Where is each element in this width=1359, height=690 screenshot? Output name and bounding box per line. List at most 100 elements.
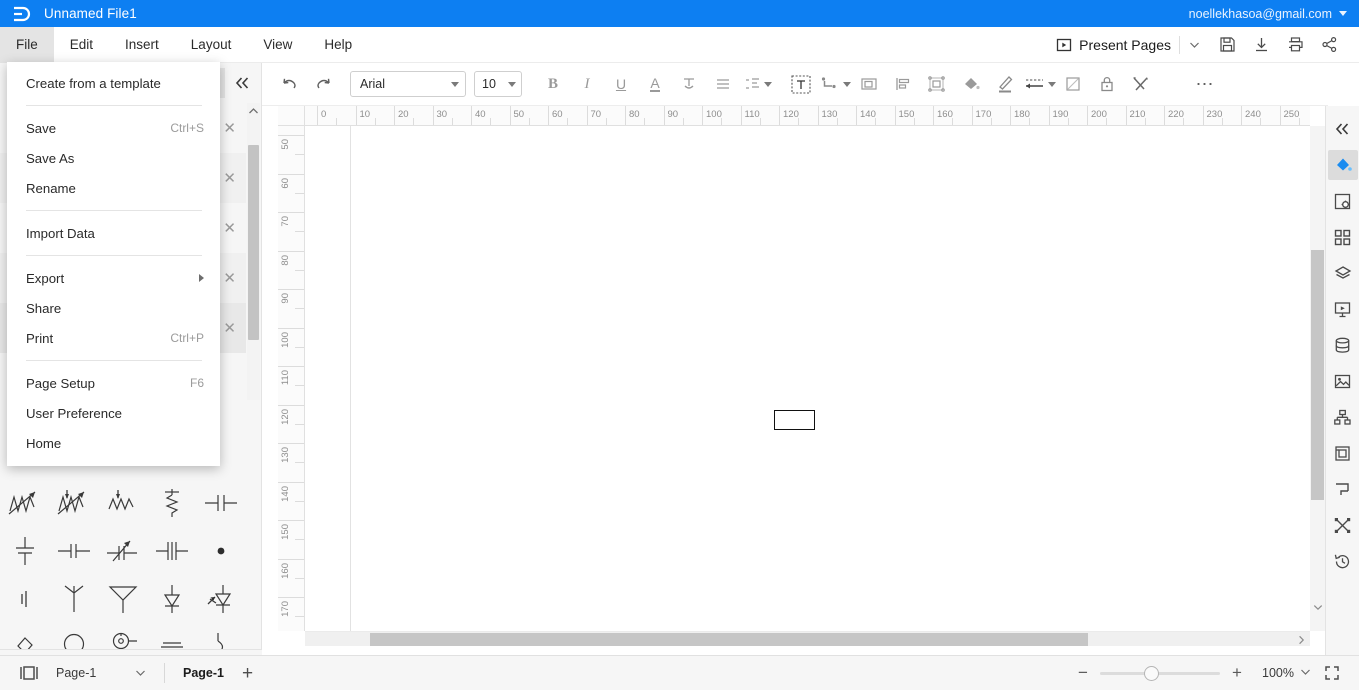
menu-item-export[interactable]: Export (7, 263, 220, 293)
chevron-right-icon[interactable] (1292, 632, 1310, 647)
fit-screen-button[interactable] (1319, 660, 1345, 686)
file-dropdown-menu[interactable]: Create from a template Save Ctrl+S Save As R… (7, 62, 220, 466)
symbol-terminal[interactable] (0, 575, 49, 623)
page-layout-button[interactable] (14, 658, 44, 688)
menu-layout[interactable]: Layout (175, 27, 248, 63)
menu-item-save[interactable]: Save Ctrl+S (7, 113, 220, 143)
horizontal-scroll-thumb[interactable] (370, 633, 1088, 646)
close-icon[interactable]: ✕ (223, 319, 236, 337)
fill-color-button[interactable] (954, 67, 988, 101)
symbol-node-dot[interactable] (197, 527, 246, 575)
rail-connector-route-button[interactable] (1328, 474, 1358, 504)
canvas-shape-rectangle[interactable] (774, 410, 815, 430)
symbol-capacitor-polarized[interactable] (0, 527, 49, 575)
share-button[interactable] (1313, 30, 1345, 60)
page-sheet[interactable] (350, 126, 1310, 631)
present-pages-button[interactable]: Present Pages (1052, 30, 1177, 60)
symbol-diode-vertical[interactable] (148, 575, 197, 623)
zoom-slider[interactable] (1100, 665, 1221, 681)
rail-container-button[interactable] (1328, 438, 1358, 468)
redo-button[interactable] (306, 67, 340, 101)
symbol-resistor-arrow[interactable] (98, 479, 147, 527)
page-select-dropdown[interactable]: Page-1 (44, 666, 154, 680)
close-icon[interactable]: ✕ (223, 219, 236, 237)
menu-item-save-as[interactable]: Save As (7, 143, 220, 173)
rail-symbols-button[interactable] (1328, 222, 1358, 252)
lock-button[interactable] (1090, 67, 1124, 101)
line-color-button[interactable] (988, 67, 1022, 101)
chevron-down-icon[interactable] (1310, 599, 1325, 615)
more-options-button[interactable]: ⋯ (1188, 67, 1222, 101)
rail-database-button[interactable] (1328, 330, 1358, 360)
underline-button[interactable]: U (604, 67, 638, 101)
library-scrollbar[interactable] (247, 103, 260, 400)
symbol-variable-capacitor[interactable] (98, 527, 147, 575)
align-objects-button[interactable] (886, 67, 920, 101)
close-icon[interactable]: ✕ (223, 269, 236, 287)
rail-layers-button[interactable] (1328, 258, 1358, 288)
symbol-variable-resistor-arrow[interactable] (0, 479, 49, 527)
close-icon[interactable]: ✕ (223, 169, 236, 187)
symbol-antenna-triangle[interactable] (98, 575, 147, 623)
bold-button[interactable]: B (536, 67, 570, 101)
symbol-diode-photo[interactable] (197, 575, 246, 623)
print-button[interactable] (1279, 30, 1311, 60)
menu-view[interactable]: View (247, 27, 308, 63)
italic-button[interactable]: I (570, 67, 604, 101)
rail-page-settings-button[interactable] (1328, 186, 1358, 216)
page-tab-page-1[interactable]: Page-1 (175, 666, 232, 680)
rail-image-button[interactable] (1328, 366, 1358, 396)
highlight-button[interactable] (672, 67, 706, 101)
symbol-variable-resistor-tap[interactable] (49, 479, 98, 527)
align-button[interactable] (706, 67, 740, 101)
menu-item-print[interactable]: Print Ctrl+P (7, 323, 220, 353)
menu-help[interactable]: Help (308, 27, 368, 63)
symbol-capacitor[interactable] (197, 479, 246, 527)
library-scroll-thumb[interactable] (248, 145, 259, 340)
connector-button[interactable] (818, 67, 852, 101)
menu-item-user-preference[interactable]: User Preference (7, 398, 220, 428)
present-pages-caret[interactable] (1179, 35, 1209, 54)
font-size-select[interactable]: 10 (474, 71, 522, 97)
zoom-in-button[interactable]: + (1224, 660, 1250, 686)
line-style-button[interactable] (1022, 67, 1056, 101)
library-collapse-button[interactable] (227, 68, 257, 98)
zoom-dropdown-button[interactable] (1298, 668, 1319, 679)
symbol-antenna-dipole[interactable] (49, 575, 98, 623)
canvas-vertical-scrollbar[interactable] (1310, 126, 1325, 631)
rail-fill-button[interactable] (1327, 150, 1358, 180)
menu-edit[interactable]: Edit (54, 27, 109, 63)
symbol-capacitor-double[interactable] (148, 527, 197, 575)
tools-button[interactable] (1124, 67, 1158, 101)
rail-scatter-button[interactable] (1328, 510, 1358, 540)
zoom-slider-knob[interactable] (1144, 665, 1160, 681)
bring-forward-button[interactable] (852, 67, 886, 101)
menu-item-share[interactable]: Share (7, 293, 220, 323)
symbol-capacitor-plain[interactable] (49, 527, 98, 575)
chevron-up-icon[interactable] (247, 103, 260, 119)
menu-file[interactable]: File (0, 26, 54, 63)
text-box-button[interactable] (784, 67, 818, 101)
menu-item-import-data[interactable]: Import Data (7, 218, 220, 248)
close-icon[interactable]: ✕ (223, 119, 236, 137)
vertical-scroll-thumb[interactable] (1311, 250, 1324, 500)
account-menu[interactable]: noellekhasoa@gmail.com (1189, 7, 1359, 21)
shadow-button[interactable] (1056, 67, 1090, 101)
add-page-button[interactable]: + (232, 664, 263, 683)
rail-history-button[interactable] (1328, 546, 1358, 576)
font-color-button[interactable]: A (638, 67, 672, 101)
save-button[interactable] (1211, 30, 1243, 60)
canvas-horizontal-scrollbar[interactable] (305, 631, 1310, 646)
menu-item-create-from-a-template[interactable]: Create from a template (7, 68, 220, 98)
zoom-out-button[interactable]: − (1070, 660, 1096, 686)
undo-button[interactable] (272, 67, 306, 101)
font-family-select[interactable]: Arial (350, 71, 466, 97)
rail-collapse-button[interactable] (1328, 114, 1358, 144)
rail-presentation-button[interactable] (1328, 294, 1358, 324)
menu-item-page-setup[interactable]: Page Setup F6 (7, 368, 220, 398)
rail-org-chart-button[interactable] (1328, 402, 1358, 432)
download-button[interactable] (1245, 30, 1277, 60)
group-button[interactable] (920, 67, 954, 101)
symbol-resistor-vertical[interactable] (148, 479, 197, 527)
menu-item-home[interactable]: Home (7, 428, 220, 458)
